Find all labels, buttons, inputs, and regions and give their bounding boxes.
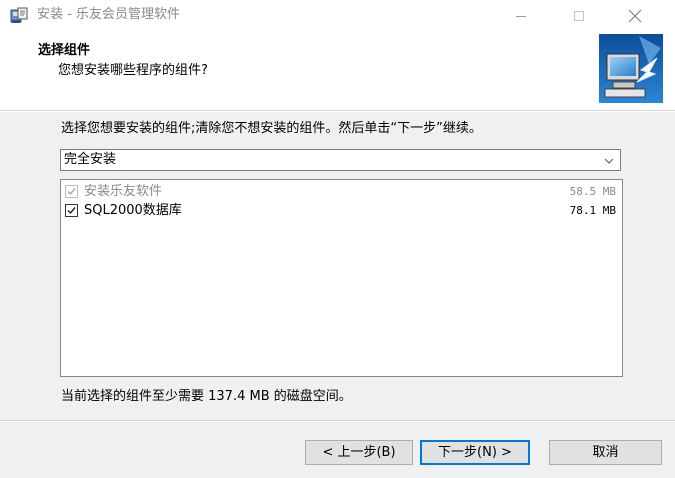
component-checkbox[interactable] [65,204,78,217]
window-title: 安装 - 乐友会员管理软件 [37,7,180,22]
list-item[interactable]: SQL2000数据库 78.1 MB [65,202,618,219]
page-title: 选择组件 [38,43,91,58]
maximize-button[interactable] [556,0,602,31]
disk-space-note: 当前选择的组件至少需要 137.4 MB 的磁盘空间。 [61,389,352,404]
setup-computer-icon [599,34,663,103]
checkmark-icon [67,188,76,196]
title-bar: 安装 - 乐友会员管理软件 [0,0,675,31]
wizard-content: 选择您想要安装的组件;清除您不想安装的组件。然后单击“下一步”继续。 完全安装 … [0,112,675,420]
wizard-footer: < 上一步(B) 下一步(N) > 取消 [0,422,675,478]
page-subtitle: 您想安装哪些程序的组件? [58,63,208,78]
back-button[interactable]: < 上一步(B) [305,440,413,465]
component-name: 安装乐友软件 [84,184,163,199]
instruction-text: 选择您想要安装的组件;清除您不想安装的组件。然后单击“下一步”继续。 [61,121,482,136]
component-name: SQL2000数据库 [84,203,182,218]
close-button[interactable] [612,0,658,31]
component-size: 58.5 MB [569,185,616,198]
component-size: 78.1 MB [569,204,616,217]
checkmark-icon [67,207,76,215]
wizard-header: 选择组件 您想安装哪些程序的组件? [0,31,675,110]
list-item: 安装乐友软件 58.5 MB [65,183,618,200]
installer-app-icon [10,7,28,25]
cancel-button[interactable]: 取消 [549,440,662,465]
chevron-down-icon [604,155,614,165]
close-icon [628,9,642,22]
install-type-selected: 完全安装 [64,152,117,167]
maximize-icon [574,10,584,21]
next-button[interactable]: 下一步(N) > [420,440,530,465]
install-type-dropdown[interactable]: 完全安装 [60,149,621,171]
component-list[interactable]: 安装乐友软件 58.5 MB SQL2000数据库 78.1 MB [60,179,623,377]
minimize-icon [516,15,526,17]
minimize-button[interactable] [498,0,544,31]
component-checkbox [65,185,78,198]
